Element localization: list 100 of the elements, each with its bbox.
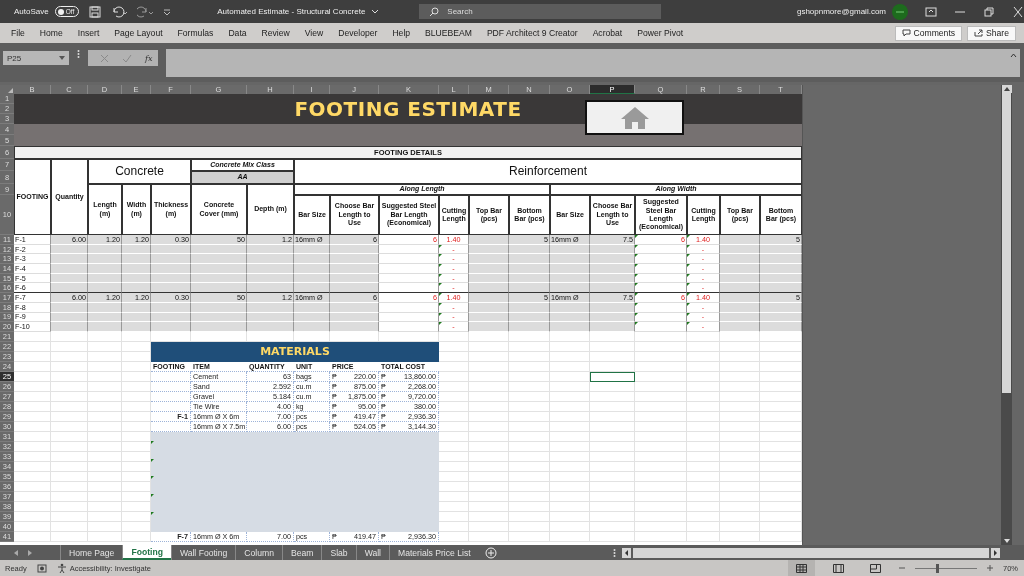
collapse-icon[interactable] xyxy=(1010,53,1017,58)
table-cell xyxy=(151,381,191,392)
ribbon-display-icon[interactable] xyxy=(925,6,937,17)
table-cell xyxy=(760,244,802,255)
view-button[interactable] xyxy=(788,560,815,576)
table-cell xyxy=(379,312,439,323)
table-cell xyxy=(247,283,294,294)
error-indicator-icon xyxy=(439,302,442,306)
scroll-left-icon[interactable] xyxy=(622,547,631,558)
scroll-thumb[interactable] xyxy=(1002,93,1011,393)
table-cell xyxy=(151,401,191,412)
table-cell xyxy=(294,244,330,255)
table-cell xyxy=(330,273,379,284)
formula-input[interactable] xyxy=(166,49,1020,77)
zoom-in-icon[interactable] xyxy=(987,565,993,571)
menu-item[interactable]: Insert xyxy=(77,28,100,38)
add-sheet-icon[interactable] xyxy=(484,546,497,559)
account-email[interactable]: gshopnmore@gmail.com xyxy=(796,7,886,16)
comments-button[interactable]: Comments xyxy=(894,25,963,41)
error-indicator-icon xyxy=(635,312,638,316)
table-cell xyxy=(191,244,247,255)
menu-item[interactable]: Power Pivot xyxy=(637,28,684,38)
table-cell xyxy=(469,254,509,265)
share-button[interactable]: Share xyxy=(967,25,1016,41)
menu-item[interactable]: BLUEBEAM xyxy=(425,28,472,38)
menu-item[interactable]: Home xyxy=(39,28,63,38)
document-title[interactable]: Automated Estimate - Structural Concrete xyxy=(217,7,366,16)
name-box[interactable]: P25 xyxy=(3,51,69,65)
home-button[interactable] xyxy=(585,100,684,135)
error-indicator-icon xyxy=(439,244,442,248)
error-indicator-icon xyxy=(687,293,690,297)
table-cell xyxy=(88,254,122,265)
table-cell xyxy=(51,273,88,284)
menu-item[interactable]: Acrobat xyxy=(592,28,623,38)
error-indicator-icon xyxy=(635,322,638,326)
menu-item[interactable]: Page Layout xyxy=(114,28,163,38)
restore-icon[interactable] xyxy=(983,6,995,17)
menu-item[interactable]: Review xyxy=(261,28,290,38)
table-cell xyxy=(88,312,122,323)
error-indicator-icon xyxy=(635,264,638,268)
menu-item[interactable]: Developer xyxy=(338,28,378,38)
table-cell xyxy=(379,273,439,284)
table-cell xyxy=(247,273,294,284)
table-cell xyxy=(550,264,590,274)
menu-item[interactable]: PDF Architect 9 Creator xyxy=(486,28,578,38)
selected-cell[interactable] xyxy=(590,371,635,382)
splitter-icon[interactable] xyxy=(613,547,616,558)
table-cell xyxy=(151,244,191,255)
table-cell xyxy=(330,254,379,265)
menu-item[interactable]: Data xyxy=(228,28,247,38)
share-icon xyxy=(974,29,984,37)
redo-icon[interactable] xyxy=(137,5,154,18)
table-cell xyxy=(760,273,802,284)
scroll-right-icon[interactable] xyxy=(991,547,1000,558)
menu-item[interactable]: Help xyxy=(392,28,411,38)
table-cell xyxy=(469,264,509,274)
table-cell xyxy=(88,244,122,255)
error-indicator-icon xyxy=(687,235,690,238)
save-icon[interactable] xyxy=(89,5,102,18)
splitter-icon[interactable] xyxy=(77,49,80,59)
next-sheet-icon[interactable] xyxy=(26,548,34,557)
table-cell xyxy=(720,293,760,303)
table-cell xyxy=(509,312,550,323)
chevron-icon[interactable] xyxy=(371,8,380,15)
table-cell xyxy=(509,273,550,284)
error-indicator-icon xyxy=(151,476,154,480)
menu-item[interactable]: Formulas xyxy=(177,28,214,38)
zoom-slider-thumb[interactable] xyxy=(935,563,939,573)
error-indicator-icon xyxy=(687,322,690,326)
table-cell xyxy=(122,322,151,332)
table-cell xyxy=(151,371,191,382)
error-indicator-icon xyxy=(635,302,638,306)
error-indicator-icon xyxy=(687,264,690,268)
table-cell xyxy=(330,244,379,255)
insert-function-button[interactable]: fx xyxy=(145,53,153,63)
table-cell xyxy=(379,254,439,265)
menu-item[interactable]: File xyxy=(11,28,25,38)
table-cell xyxy=(151,421,191,432)
table-cell xyxy=(330,312,379,323)
previous-sheet-icon[interactable] xyxy=(12,548,20,557)
table-cell xyxy=(550,283,590,294)
sheet-tab[interactable]: Footing xyxy=(122,545,171,560)
table-cell xyxy=(191,254,247,265)
table-cell xyxy=(720,273,760,284)
search-field[interactable]: Search xyxy=(419,4,662,19)
scroll-up-icon[interactable] xyxy=(1001,85,1012,93)
error-indicator-icon xyxy=(151,493,154,497)
table-cell xyxy=(51,244,88,255)
menu-item[interactable]: View xyxy=(304,28,324,38)
table-cell xyxy=(122,283,151,294)
macro-record-icon[interactable] xyxy=(36,563,47,573)
vertical-scrollbar[interactable] xyxy=(1001,85,1012,545)
error-indicator-icon xyxy=(439,293,442,297)
undo-icon[interactable] xyxy=(111,5,128,18)
table-cell xyxy=(509,264,550,274)
page-break-icon xyxy=(870,563,881,573)
avatar-icon[interactable] xyxy=(892,3,908,20)
search-icon xyxy=(429,6,440,17)
close-icon[interactable] xyxy=(1012,6,1024,17)
error-indicator-icon xyxy=(635,244,638,248)
